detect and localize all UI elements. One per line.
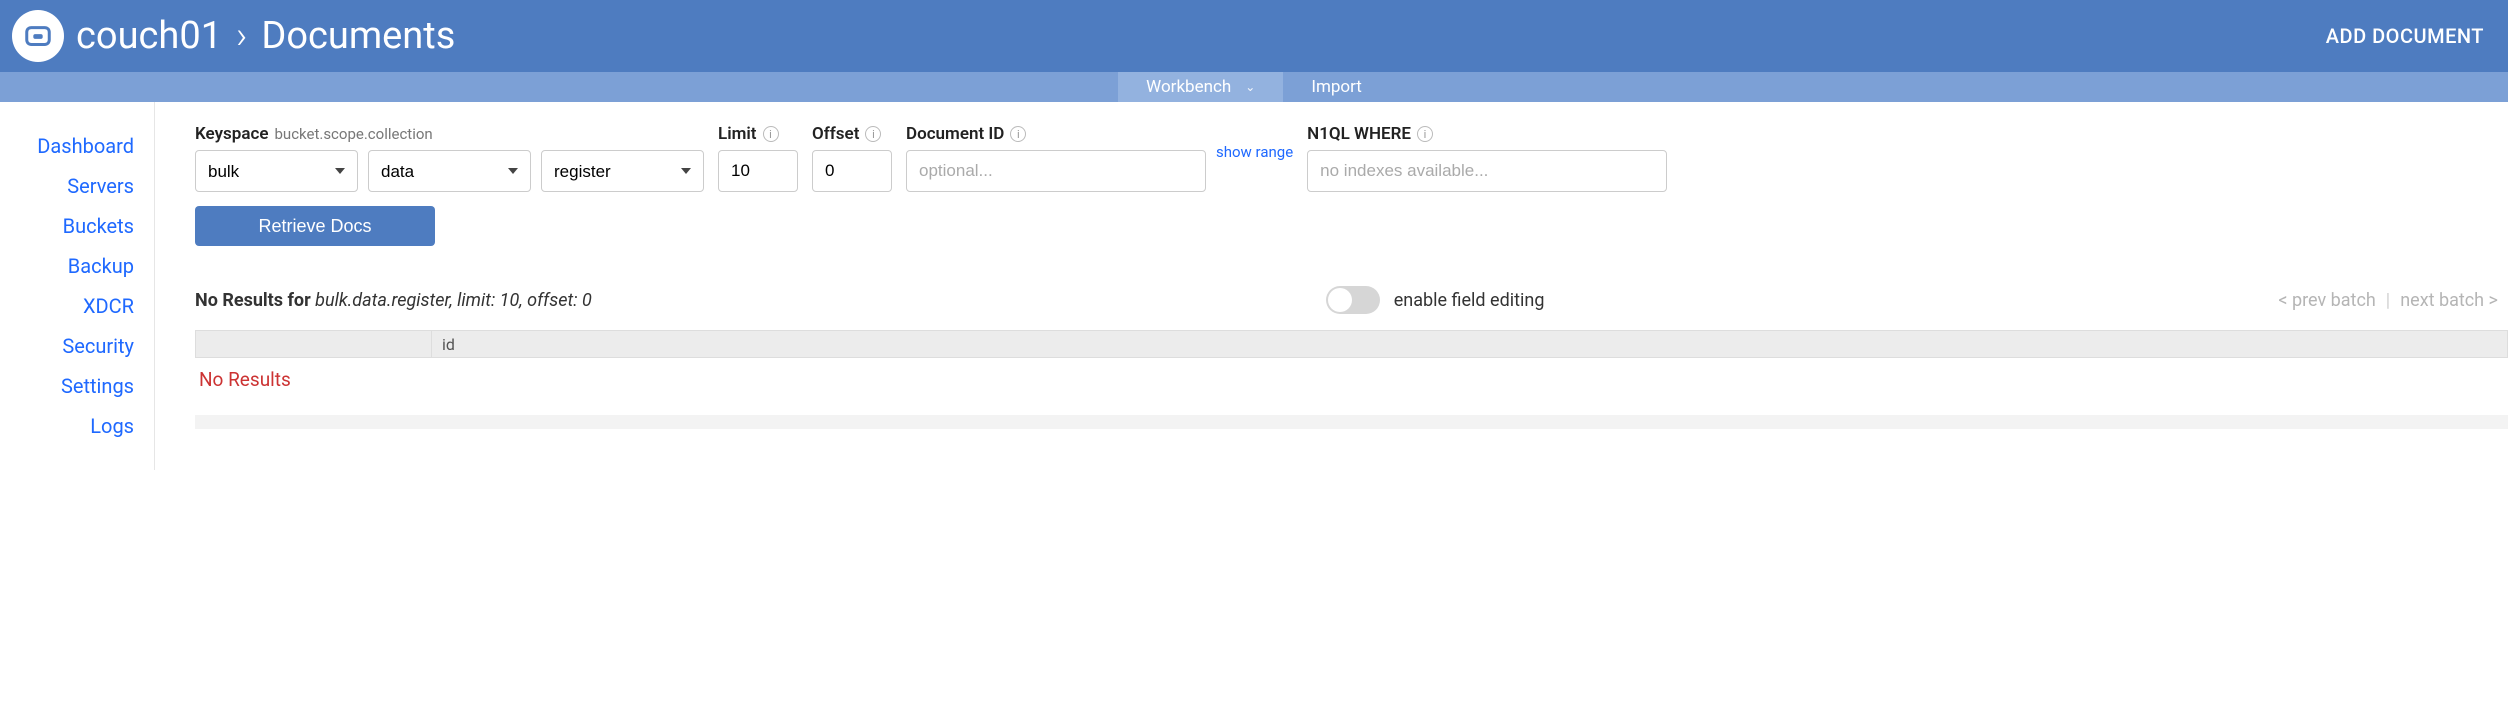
chevron-right-icon: ›	[236, 14, 247, 58]
main-content: Keyspace bucket.scope.collection bulk da…	[155, 102, 2508, 470]
header-bar: couch01 › Documents ADD DOCUMENT	[0, 0, 2508, 72]
n1ql-where-input[interactable]	[1307, 150, 1667, 192]
collection-select[interactable]: register	[541, 150, 704, 192]
offset-label: Offset	[812, 124, 859, 144]
add-document-button[interactable]: ADD DOCUMENT	[2326, 24, 2484, 48]
sidebar-item-security[interactable]: Security	[0, 326, 134, 366]
sidebar-item-backup[interactable]: Backup	[0, 246, 134, 286]
toggle-knob	[1328, 288, 1352, 312]
retrieve-docs-button[interactable]: Retrieve Docs	[195, 206, 435, 246]
couchbase-icon	[23, 21, 53, 51]
sidebar-item-dashboard[interactable]: Dashboard	[0, 126, 134, 166]
show-range-link[interactable]: show range	[1216, 143, 1293, 161]
tab-workbench[interactable]: Workbench ⌄	[1118, 72, 1283, 102]
field-editing-label: enable field editing	[1394, 290, 1545, 311]
couchbase-logo	[12, 10, 64, 62]
status-prefix: No Results for	[195, 290, 315, 311]
info-icon[interactable]: i	[1417, 126, 1433, 142]
sidebar-item-buckets[interactable]: Buckets	[0, 206, 134, 246]
info-icon[interactable]: i	[763, 126, 779, 142]
offset-input[interactable]	[812, 150, 892, 192]
info-icon[interactable]: i	[1010, 126, 1026, 142]
keyspace-label: Keyspace	[195, 124, 269, 144]
column-spacer	[196, 331, 432, 357]
next-batch-link[interactable]: next batch >	[2400, 290, 2498, 311]
document-id-input[interactable]	[906, 150, 1206, 192]
sidebar-item-xdcr[interactable]: XDCR	[0, 286, 134, 326]
separator: |	[2386, 290, 2390, 311]
table-header: id	[195, 330, 2508, 358]
subnav: Workbench ⌄ Import	[0, 72, 2508, 102]
sidebar: Dashboard Servers Buckets Backup XDCR Se…	[0, 102, 155, 470]
sidebar-item-logs[interactable]: Logs	[0, 406, 134, 446]
no-results-text: No Results	[195, 358, 2508, 401]
limit-label: Limit	[718, 124, 757, 144]
prev-batch-link[interactable]: < prev batch	[2278, 290, 2375, 311]
tab-import[interactable]: Import	[1283, 72, 1390, 102]
bucket-select[interactable]: bulk	[195, 150, 358, 192]
status-row: No Results for bulk.data.register, limit…	[195, 286, 2508, 314]
keyspace-hint: bucket.scope.collection	[275, 125, 433, 143]
info-icon[interactable]: i	[865, 126, 881, 142]
limit-input[interactable]	[718, 150, 798, 192]
breadcrumb: couch01 › Documents	[76, 14, 455, 58]
status-detail: bulk.data.register, limit: 10, offset: 0	[315, 290, 592, 311]
scope-select[interactable]: data	[368, 150, 531, 192]
tab-workbench-label: Workbench	[1146, 77, 1231, 97]
column-id: id	[432, 335, 465, 354]
query-controls: Keyspace bucket.scope.collection bulk da…	[195, 124, 2508, 192]
sidebar-item-settings[interactable]: Settings	[0, 366, 134, 406]
sidebar-item-servers[interactable]: Servers	[0, 166, 134, 206]
n1ql-label: N1QL WHERE	[1307, 124, 1411, 144]
cluster-name[interactable]: couch01	[76, 14, 222, 58]
section-title: Documents	[261, 14, 455, 58]
field-editing-toggle[interactable]	[1326, 286, 1380, 314]
docid-label: Document ID	[906, 124, 1004, 144]
tab-import-label: Import	[1311, 77, 1362, 97]
results-table: id No Results	[195, 330, 2508, 429]
empty-bar	[195, 415, 2508, 429]
chevron-down-icon: ⌄	[1245, 80, 1255, 94]
